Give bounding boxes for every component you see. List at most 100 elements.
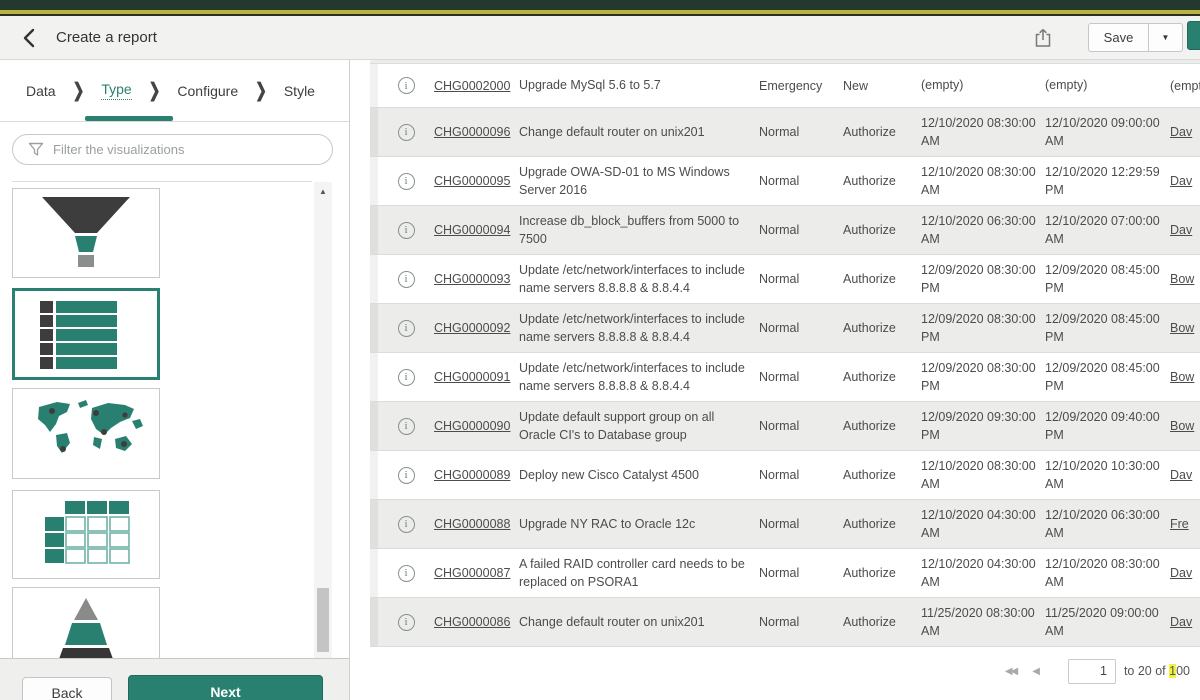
info-icon[interactable]: i: [398, 418, 415, 435]
info-icon[interactable]: i: [398, 320, 415, 337]
table-row[interactable]: i CHG0000087 A failed RAID controller ca…: [370, 549, 1200, 598]
assigned-to-link[interactable]: Dav: [1170, 615, 1192, 629]
info-icon[interactable]: i: [398, 614, 415, 631]
assigned-to-link[interactable]: Dav: [1170, 174, 1192, 188]
viz-option-funnel[interactable]: [12, 188, 160, 278]
info-icon[interactable]: i: [398, 77, 415, 94]
next-button[interactable]: Next: [128, 675, 323, 700]
filter-field: [12, 134, 333, 165]
step-configure[interactable]: Configure: [177, 83, 238, 99]
scroll-up-icon[interactable]: ▲: [314, 184, 332, 200]
assigned-to-link[interactable]: Dav: [1170, 566, 1192, 580]
chevron-down-icon: ▼: [1162, 33, 1170, 42]
viz-option-heatmap[interactable]: [12, 490, 160, 579]
state-cell: Authorize: [843, 223, 921, 237]
assigned-to-link[interactable]: Dav: [1170, 468, 1192, 482]
info-icon[interactable]: i: [398, 467, 415, 484]
table-row[interactable]: i CHG0000089 Deploy new Cisco Catalyst 4…: [370, 451, 1200, 500]
change-number-link[interactable]: CHG0000090: [434, 419, 510, 433]
priority-cell: Normal: [759, 125, 843, 139]
change-number-link[interactable]: CHG0000086: [434, 615, 510, 629]
viz-list-divider: [12, 181, 312, 182]
change-number-link[interactable]: CHG0000089: [434, 468, 510, 482]
page-number-input[interactable]: [1068, 659, 1116, 684]
change-number-link[interactable]: CHG0000088: [434, 517, 510, 531]
info-icon[interactable]: i: [398, 124, 415, 141]
table-row[interactable]: i CHG0000091 Update /etc/network/interfa…: [370, 353, 1200, 402]
table-row[interactable]: i CHG0000092 Update /etc/network/interfa…: [370, 304, 1200, 353]
state-cell: Authorize: [843, 370, 921, 384]
table-row[interactable]: i CHG0000090 Update default support grou…: [370, 402, 1200, 451]
assigned-to-link[interactable]: Bow: [1170, 419, 1194, 433]
change-number-link[interactable]: CHG0002000: [434, 79, 510, 93]
assigned-to-link[interactable]: Bow: [1170, 272, 1194, 286]
funnel-chart-icon: [12, 191, 160, 275]
table-row[interactable]: i CHG0000095 Upgrade OWA-SD-01 to MS Win…: [370, 157, 1200, 206]
row-left-strip: [370, 353, 378, 401]
step-data[interactable]: Data: [26, 83, 56, 99]
heatmap-icon: [12, 493, 160, 576]
assigned-to-link[interactable]: Dav: [1170, 223, 1192, 237]
save-dropdown-button[interactable]: ▼: [1149, 23, 1183, 52]
first-page-icon[interactable]: ◀◀: [1005, 666, 1016, 677]
table-row[interactable]: i CHG0000088 Upgrade NY RAC to Oracle 12…: [370, 500, 1200, 549]
row-left-strip: [370, 157, 378, 205]
assigned-to-link[interactable]: (empty): [1170, 79, 1200, 93]
info-icon[interactable]: i: [398, 222, 415, 239]
table-row[interactable]: i CHG0000096 Change default router on un…: [370, 108, 1200, 157]
change-number-link[interactable]: CHG0000095: [434, 174, 510, 188]
step-style[interactable]: Style: [284, 83, 315, 99]
info-icon[interactable]: i: [398, 369, 415, 386]
info-icon[interactable]: i: [398, 516, 415, 533]
assigned-to-link[interactable]: Dav: [1170, 125, 1192, 139]
priority-cell: Normal: [759, 272, 843, 286]
info-icon[interactable]: i: [398, 565, 415, 582]
priority-cell: Normal: [759, 517, 843, 531]
state-cell: Authorize: [843, 566, 921, 580]
table-row[interactable]: i CHG0000093 Update /etc/network/interfa…: [370, 255, 1200, 304]
change-number-link[interactable]: CHG0000093: [434, 272, 510, 286]
info-icon[interactable]: i: [398, 271, 415, 288]
start-date-cell: 12/10/2020 04:30:00 AM: [921, 506, 1045, 542]
change-number-link[interactable]: CHG0000091: [434, 370, 510, 384]
back-chevron-button[interactable]: [16, 25, 42, 51]
info-icon[interactable]: i: [398, 173, 415, 190]
table-row[interactable]: i CHG0000086 Change default router on un…: [370, 598, 1200, 647]
assigned-to-link[interactable]: Fre: [1170, 517, 1189, 531]
state-cell: Authorize: [843, 468, 921, 482]
state-cell: Authorize: [843, 272, 921, 286]
table-row[interactable]: i CHG0002000 Upgrade MySql 5.6 to 5.7 Em…: [370, 64, 1200, 108]
assigned-to-link[interactable]: Bow: [1170, 370, 1194, 384]
assigned-to-link[interactable]: Bow: [1170, 321, 1194, 335]
viz-option-world-map[interactable]: [12, 388, 160, 479]
change-number-link[interactable]: CHG0000092: [434, 321, 510, 335]
change-number-link[interactable]: CHG0000096: [434, 125, 510, 139]
short-description-cell: Update /etc/network/interfaces to includ…: [519, 261, 759, 297]
change-number-link[interactable]: CHG0000094: [434, 223, 510, 237]
share-button[interactable]: [1028, 23, 1058, 53]
step-separator-icon: ❯: [255, 79, 267, 102]
viz-list-scrollbar[interactable]: ▲ ▼: [314, 182, 332, 700]
end-date-cell: 12/10/2020 08:30:00 AM: [1045, 555, 1170, 591]
wizard-steps: Data ❯ Type ❯ Configure ❯ Style: [0, 60, 349, 122]
start-date-cell: 12/09/2020 08:30:00 PM: [921, 310, 1045, 346]
back-button[interactable]: Back: [22, 677, 112, 700]
brand-bar: [0, 0, 1200, 10]
end-date-cell: 12/10/2020 09:00:00 AM: [1045, 114, 1170, 150]
row-left-strip: [370, 64, 378, 107]
step-type[interactable]: Type: [101, 81, 131, 100]
filter-visualizations-input[interactable]: [12, 134, 333, 165]
start-date-cell: 11/25/2020 08:30:00 AM: [921, 604, 1045, 640]
save-button[interactable]: Save: [1088, 23, 1149, 52]
row-left-strip: [370, 598, 378, 646]
run-button-partial[interactable]: [1187, 21, 1200, 50]
start-date-cell: 12/10/2020 04:30:00 AM: [921, 555, 1045, 591]
short-description-cell: Update /etc/network/interfaces to includ…: [519, 310, 759, 346]
viz-option-list[interactable]: [12, 288, 160, 380]
scrollbar-thumb[interactable]: [317, 588, 329, 652]
previous-page-icon[interactable]: ◀: [1032, 666, 1038, 677]
table-row[interactable]: i CHG0000094 Increase db_block_buffers f…: [370, 206, 1200, 255]
start-date-cell: 12/09/2020 08:30:00 PM: [921, 261, 1045, 297]
short-description-cell: Upgrade NY RAC to Oracle 12c: [519, 515, 759, 533]
change-number-link[interactable]: CHG0000087: [434, 566, 510, 580]
